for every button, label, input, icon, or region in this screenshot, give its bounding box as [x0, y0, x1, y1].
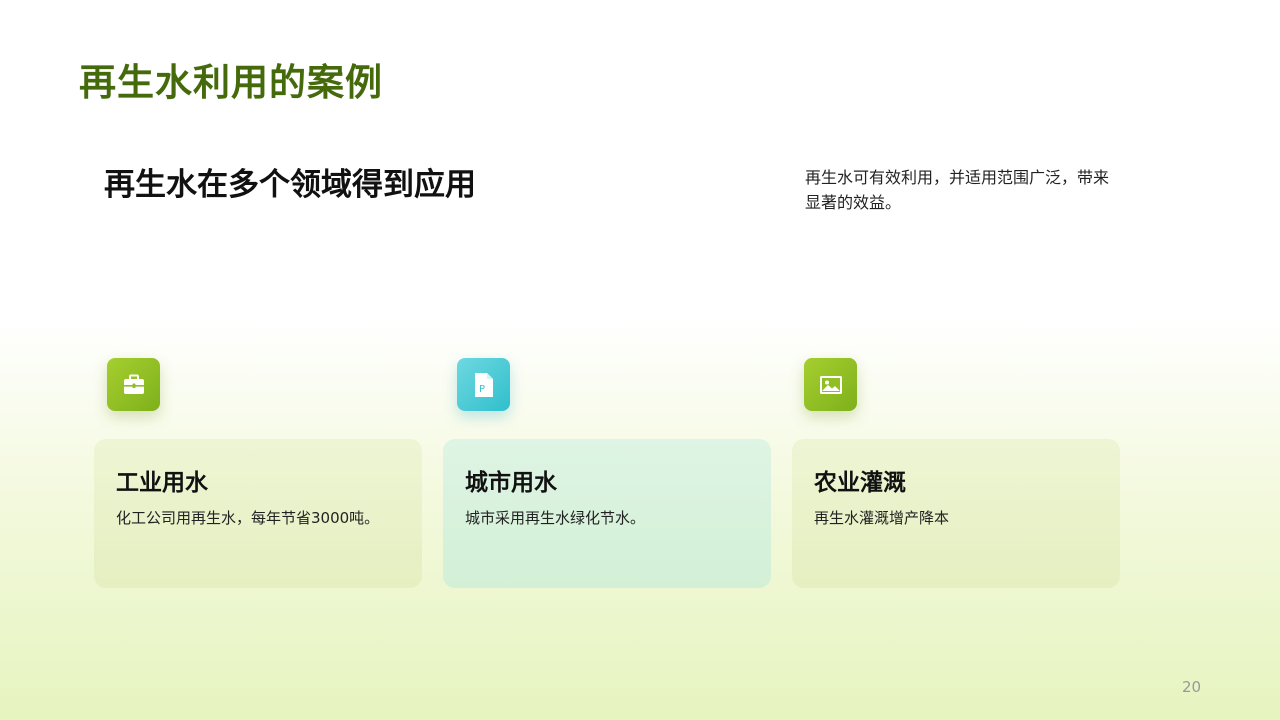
ppt-document-icon: P [457, 358, 510, 411]
page-number: 20 [1182, 678, 1202, 696]
svg-text:P: P [479, 384, 485, 395]
card-description: 城市采用再生水绿化节水。 [465, 509, 646, 527]
card-description: 化工公司用再生水，每年节省3000吨。 [116, 509, 380, 527]
card-industrial-water: 工业用水 化工公司用再生水，每年节省3000吨。 [94, 439, 422, 588]
toolbox-icon [107, 358, 160, 411]
image-icon [804, 358, 857, 411]
slide-title: 再生水利用的案例 [79, 61, 383, 104]
card-title: 工业用水 [116, 470, 208, 496]
slide-subtitle: 再生水在多个领域得到应用 [104, 167, 476, 203]
card-title: 农业灌溉 [814, 470, 906, 496]
card-description: 再生水灌溉增产降本 [814, 509, 950, 527]
card-title: 城市用水 [465, 470, 557, 496]
card-urban-water: 城市用水 城市采用再生水绿化节水。 [443, 439, 771, 588]
side-description: 再生水可有效利用，并适用范围广泛，带来显著的效益。 [805, 168, 1110, 212]
card-agricultural-irrigation: 农业灌溉 再生水灌溉增产降本 [792, 439, 1120, 588]
